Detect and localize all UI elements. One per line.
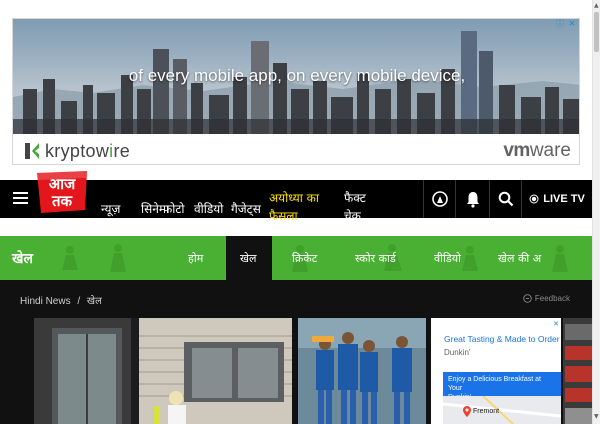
map-pin-icon	[463, 406, 471, 417]
tab-cricket[interactable]: क्रिकेट	[292, 251, 317, 266]
live-dot-icon	[529, 194, 539, 204]
feedback-label: Feedback	[534, 294, 570, 303]
story-image-house[interactable]	[34, 318, 292, 424]
breadcrumb: Hindi News / खेल	[20, 293, 102, 307]
feedback-link[interactable]: Feedback	[523, 294, 570, 303]
tab-sports[interactable]: खेल	[240, 251, 256, 266]
nav-item-photo[interactable]: फोटो	[163, 200, 185, 217]
aajtak-logo[interactable]: आज तक	[33, 170, 91, 214]
logo-text-aaj: आज	[49, 175, 76, 193]
ad-close-icon[interactable]: ✕	[567, 19, 577, 29]
vmware-logo: vmware	[503, 140, 571, 162]
story-image-cricket[interactable]	[298, 318, 426, 424]
tab-video[interactable]: वीडियो	[434, 251, 461, 266]
nav-item-factcheck-line2[interactable]: चेक	[344, 207, 361, 224]
breadcrumb-home-link[interactable]: Hindi News	[20, 296, 71, 307]
tab-more[interactable]: खेल की अ	[498, 251, 541, 266]
live-tv-label: LIVE TV	[543, 193, 585, 205]
nav-item-video[interactable]: वीडियो	[194, 200, 223, 217]
breadcrumb-separator: /	[77, 296, 81, 307]
tab-scorecard[interactable]: स्कोर कार्ड	[355, 251, 396, 266]
ad-headline: of every mobile app, on every mobile dev…	[128, 66, 466, 85]
kryptowire-text-main: kryptow	[45, 140, 110, 161]
vmware-text-vm: vm	[503, 140, 530, 161]
vmware-text-rest: ware	[529, 140, 571, 161]
breadcrumb-current: खेल	[86, 296, 102, 307]
nav-item-factcheck-line1[interactable]: फैक्ट	[344, 189, 366, 206]
side-ad-brand: Dunkin'	[444, 348, 471, 357]
logo-text-tak: तक	[51, 192, 74, 210]
section-bar: खेल होम खेल क्रिकेट स्कोर कार्ड वीडियो ख…	[0, 236, 592, 280]
side-ad-map[interactable]: Fremont	[443, 396, 561, 424]
story-image-partial[interactable]	[563, 318, 592, 424]
feedback-icon	[523, 294, 532, 303]
ad-banner[interactable]: of every mobile app, on every mobile dev…	[12, 18, 580, 165]
side-ad[interactable]: ✕ Great Tasting & Made to Order Dunkin' …	[431, 318, 561, 424]
menu-icon[interactable]	[13, 192, 28, 204]
podcast-button[interactable]	[423, 180, 455, 218]
search-icon	[498, 191, 513, 207]
nav-item-gadgets[interactable]: गैजेट्स	[231, 200, 261, 217]
podcast-icon	[431, 191, 448, 207]
side-ad-place: Fremont	[473, 408, 500, 415]
notifications-button[interactable]	[455, 180, 489, 218]
kryptowire-mark-icon	[25, 143, 39, 159]
side-ad-close-icon[interactable]: ✕	[553, 320, 559, 328]
ad-brand-strip: kryptowire vmware	[13, 134, 579, 164]
tab-home[interactable]: होम	[188, 251, 203, 266]
scroll-thumb[interactable]	[594, 12, 599, 52]
nav-item-ayodhya-line2[interactable]: फैसला	[269, 207, 298, 224]
live-tv-button[interactable]: LIVE TV	[521, 180, 592, 218]
search-button[interactable]	[489, 180, 521, 218]
scroll-up-arrow-icon[interactable]: ▲	[594, 2, 599, 9]
ad-info-icon[interactable]: ⓘ	[555, 19, 565, 29]
kryptowire-logo: kryptowire	[23, 140, 130, 162]
scroll-down-arrow-icon[interactable]: ▼	[594, 413, 599, 420]
content-area: Hindi News / खेल Feedback ✕ Great Tastin…	[0, 280, 592, 424]
side-ad-title[interactable]: Great Tasting & Made to Order	[444, 334, 560, 344]
side-ad-promo[interactable]: Enjoy a Delicious Breakfast at Your Dunk…	[443, 372, 561, 401]
section-title: खेल	[12, 251, 33, 267]
kryptowire-text-tail: re	[113, 140, 131, 161]
nav-item-ayodhya-line1[interactable]: अयोध्या का	[269, 189, 319, 206]
nav-item-news[interactable]: न्यूज़	[101, 200, 120, 217]
side-ad-promo-line1: Enjoy a Delicious Breakfast at Your	[448, 376, 541, 392]
ad-choices[interactable]: ⓘ ✕	[555, 19, 577, 29]
bell-icon	[466, 192, 479, 208]
page-scrollbar[interactable]: ▲ ▼	[592, 0, 600, 424]
